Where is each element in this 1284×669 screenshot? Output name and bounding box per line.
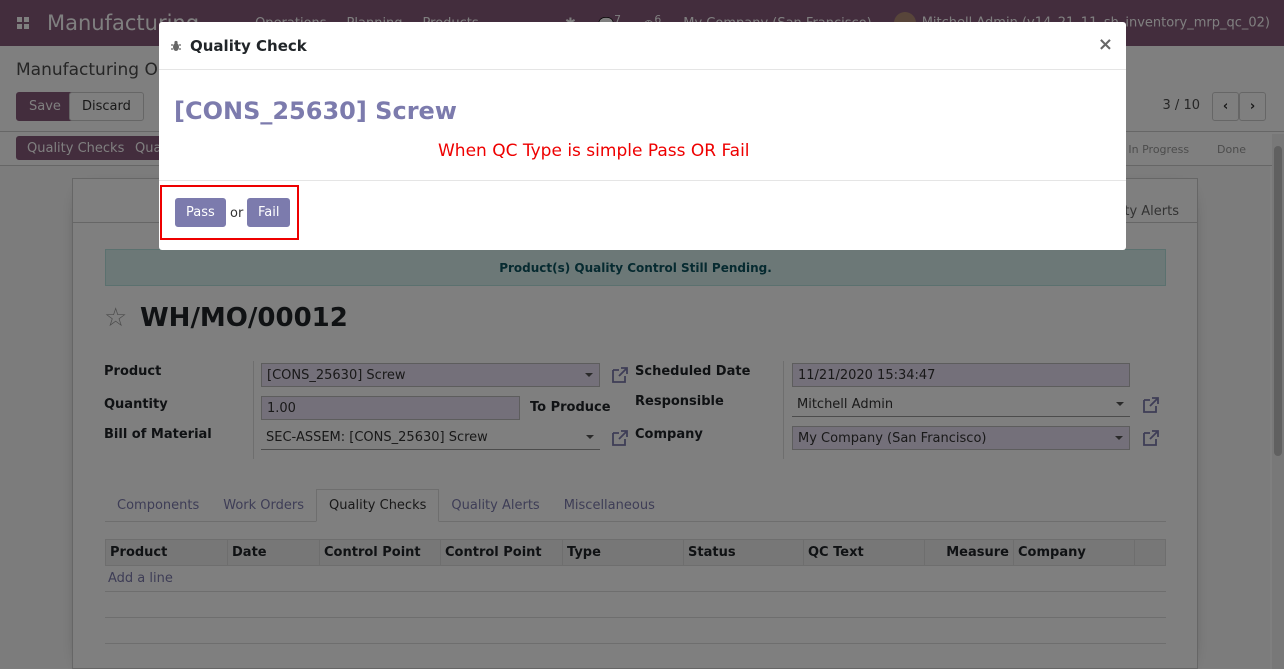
close-icon[interactable]: ×	[1098, 34, 1113, 55]
modal-footer: Pass or Fail	[159, 181, 1126, 249]
annotation-text: When QC Type is simple Pass OR Fail	[438, 141, 750, 161]
modal-title: Quality Check	[190, 36, 307, 55]
modal-header: Quality Check ×	[159, 22, 1126, 70]
fail-button[interactable]: Fail	[247, 198, 291, 227]
pass-button[interactable]: Pass	[175, 198, 226, 227]
bug-icon	[171, 40, 181, 51]
modal-body: [CONS_25630] Screw When QC Type is simpl…	[159, 70, 1126, 181]
product-heading: [CONS_25630] Screw	[174, 97, 457, 125]
or-text: or	[230, 206, 244, 221]
quality-check-dialog: Quality Check × [CONS_25630] Screw When …	[159, 22, 1126, 250]
